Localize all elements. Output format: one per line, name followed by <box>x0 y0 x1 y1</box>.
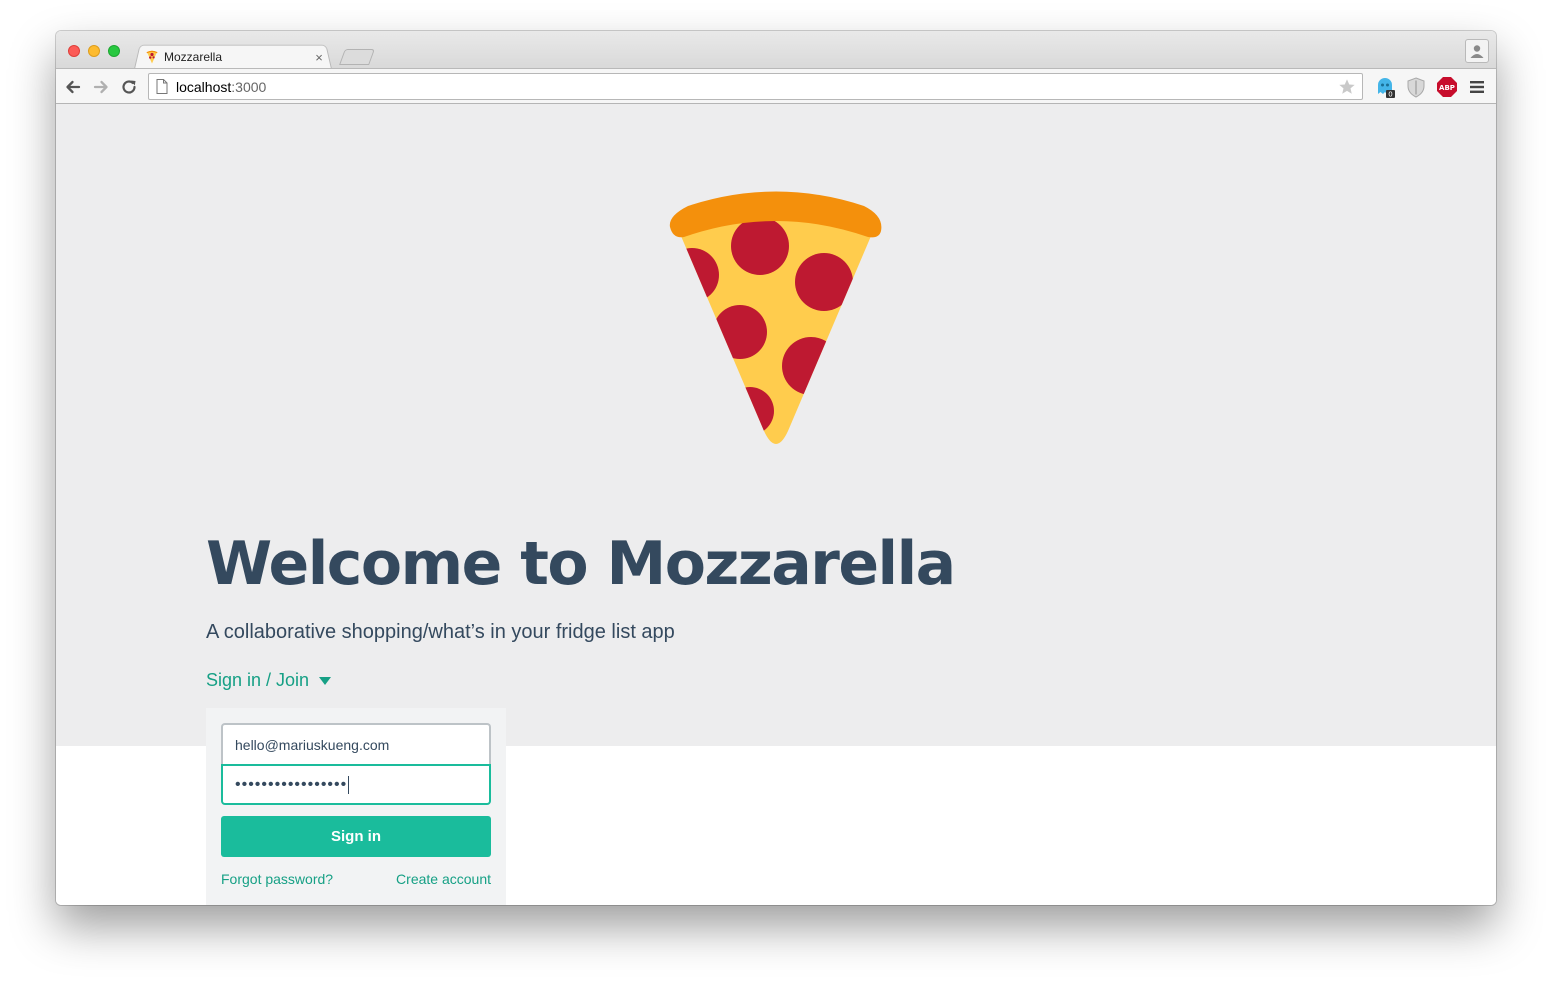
forgot-password-link[interactable]: Forgot password? <box>221 871 333 887</box>
signin-join-toggle[interactable]: Sign in / Join <box>206 670 332 691</box>
tab-mozzarella-content[interactable]: Mozzarella × <box>146 47 326 67</box>
url-port: :3000 <box>231 78 267 95</box>
tab-title: Mozzarella <box>164 50 223 64</box>
ghostery-badge: 0 <box>1388 91 1392 99</box>
email-value: hello@mariuskueng.com <box>235 736 390 753</box>
caret-down-icon <box>319 676 332 685</box>
signin-button[interactable]: Sign in <box>221 816 491 857</box>
minimize-window-button[interactable] <box>88 45 100 57</box>
password-value: ••••••••••••••••• <box>235 775 348 793</box>
hamburger-menu-icon[interactable] <box>1469 79 1485 95</box>
pizza-favicon-icon <box>146 50 158 64</box>
reload-icon[interactable] <box>119 77 139 97</box>
close-window-button[interactable] <box>68 45 80 57</box>
text-cursor <box>348 775 350 794</box>
page-subtitle: A collaborative shopping/what’s in your … <box>206 621 675 643</box>
page-viewport: Welcome to Mozzarella A collaborative sh… <box>56 104 1496 905</box>
create-account-link[interactable]: Create account <box>396 871 491 887</box>
browser-toolbar: localhost:3000 0 ABP <box>56 68 1496 104</box>
page-title: Welcome to Mozzarella <box>206 529 956 599</box>
login-form: hello@mariuskueng.com ••••••••••••••••• … <box>206 708 506 905</box>
abp-label: ABP <box>1439 84 1455 92</box>
person-icon <box>1470 45 1484 58</box>
browser-window: Mozzarella × localhost:3000 0 ABP Welcom… <box>56 31 1496 905</box>
url-host: localhost <box>176 78 232 95</box>
back-arrow-icon[interactable] <box>63 77 83 97</box>
forward-arrow-icon[interactable] <box>91 77 111 97</box>
pizza-slice-logo <box>669 191 882 444</box>
url-text: localhost:3000 <box>176 79 266 95</box>
bookmark-star-icon[interactable] <box>1338 78 1356 96</box>
signin-join-label: Sign in / Join <box>206 670 310 690</box>
ghostery-icon[interactable]: 0 <box>1374 76 1396 98</box>
email-field[interactable]: hello@mariuskueng.com <box>221 723 491 764</box>
new-tab-button[interactable] <box>339 49 375 65</box>
page-icon <box>156 79 168 94</box>
adblock-plus-icon[interactable]: ABP <box>1436 76 1458 98</box>
tab-strip: Mozzarella × <box>56 31 1496 69</box>
zoom-window-button[interactable] <box>108 45 120 57</box>
password-field[interactable]: ••••••••••••••••• <box>221 764 491 805</box>
profile-button[interactable] <box>1465 39 1489 63</box>
tab-close-icon[interactable]: × <box>312 50 326 65</box>
privacy-shield-icon[interactable] <box>1405 76 1427 98</box>
address-bar[interactable]: localhost:3000 <box>148 73 1363 100</box>
